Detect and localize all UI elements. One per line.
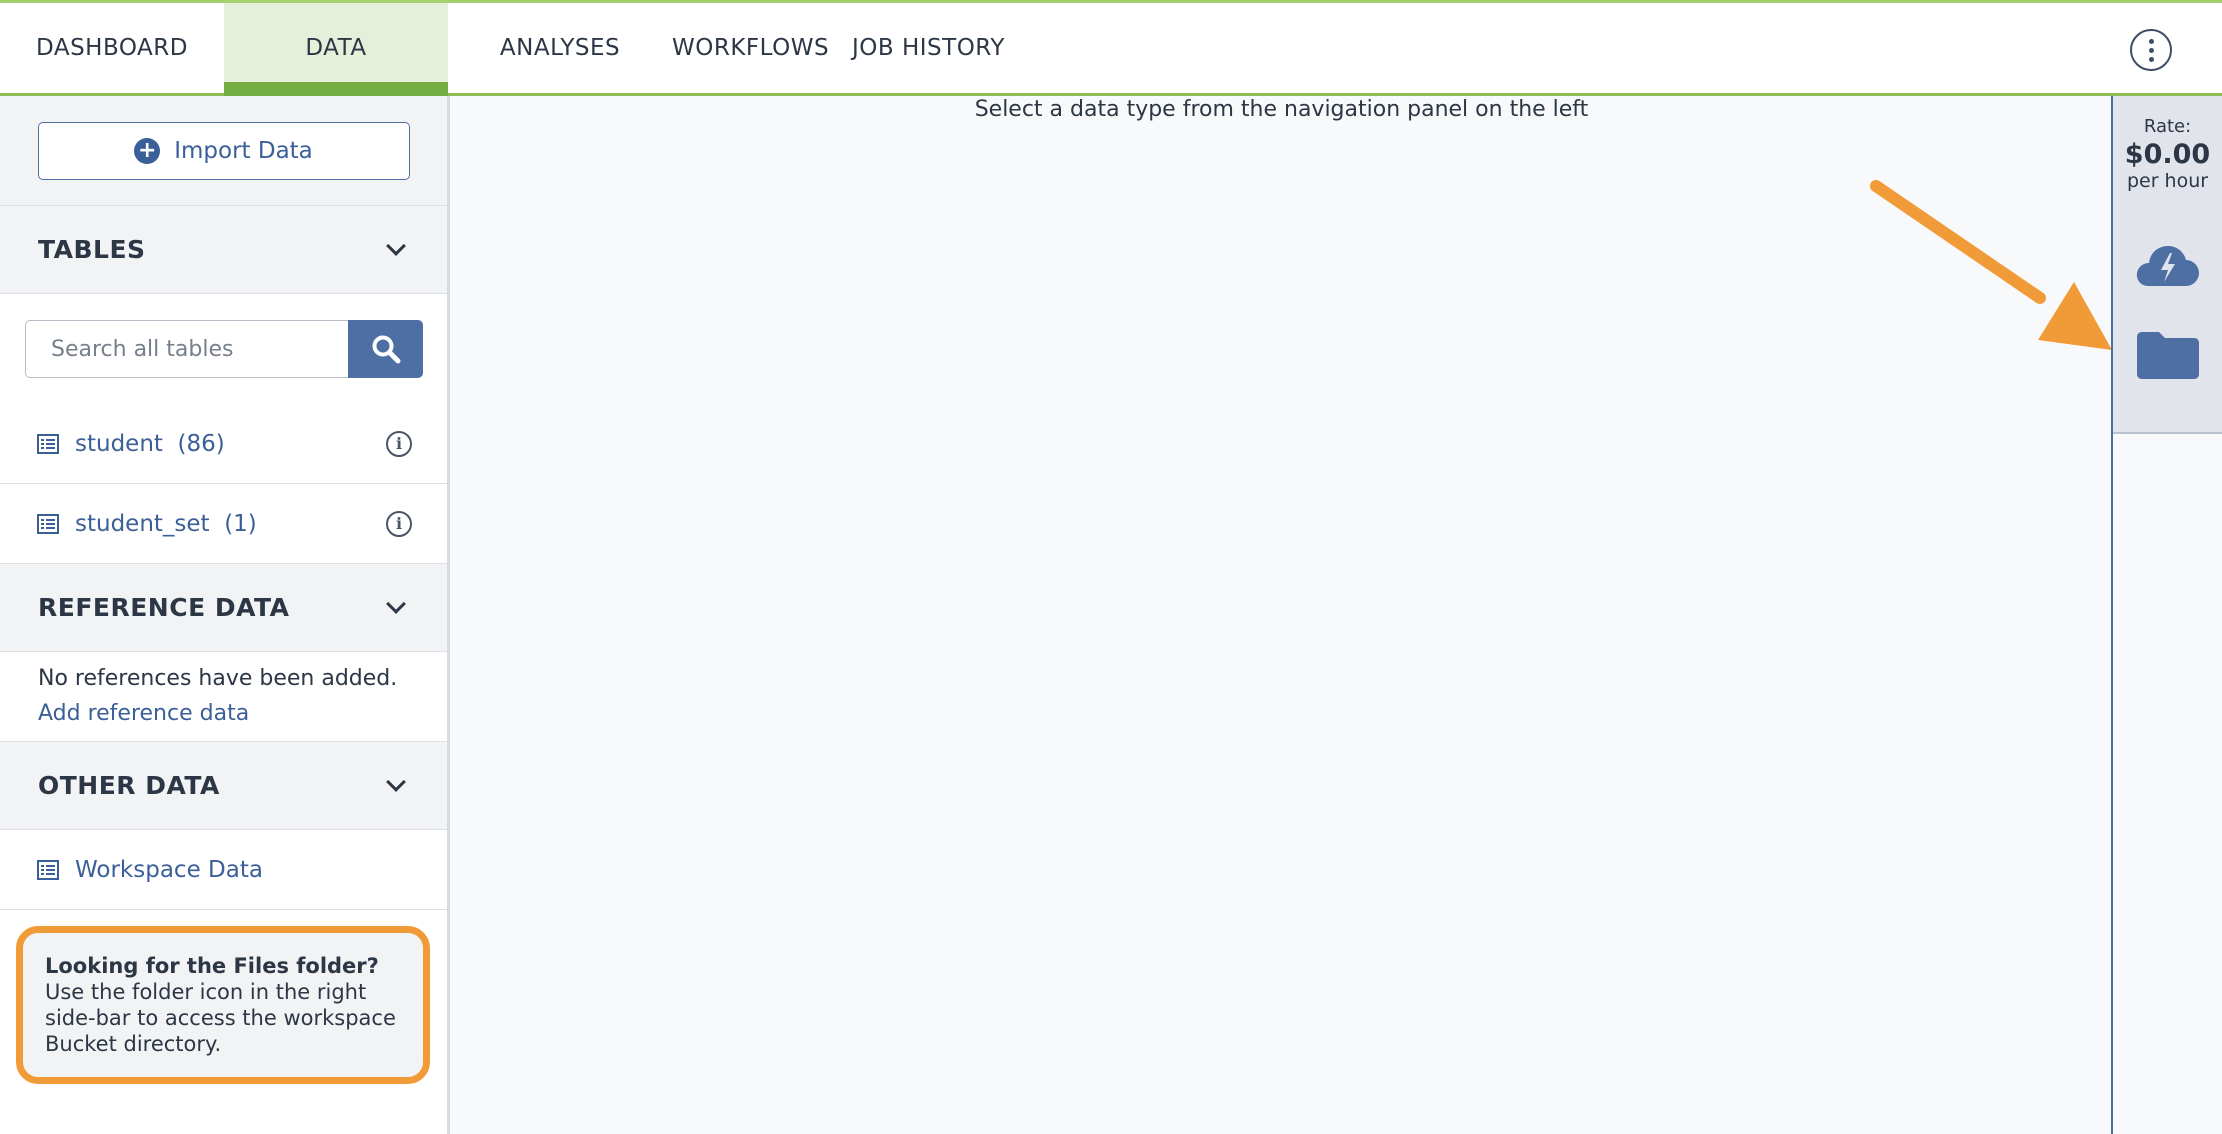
table-row[interactable]: student (86) i bbox=[0, 404, 447, 484]
rate-label: Rate: bbox=[2143, 116, 2192, 137]
chevron-down-icon bbox=[386, 235, 406, 256]
table-name: student (86) bbox=[75, 430, 225, 457]
reference-data-section-header[interactable]: REFERENCE DATA bbox=[0, 564, 447, 652]
right-sidebar: Rate: $0.00 per hour bbox=[2111, 96, 2222, 1134]
info-icon[interactable]: i bbox=[386, 430, 412, 457]
tables-section-title: TABLES bbox=[38, 235, 146, 264]
workspace-data-item[interactable]: Workspace Data bbox=[0, 830, 447, 910]
other-data-section-header[interactable]: OTHER DATA bbox=[0, 742, 447, 830]
tables-section-header[interactable]: TABLES bbox=[0, 206, 447, 294]
table-name: student_set (1) bbox=[75, 510, 257, 537]
table-list-icon bbox=[37, 433, 59, 454]
top-nav: DASHBOARD DATA ANALYSES WORKFLOWS JOB HI… bbox=[0, 0, 2222, 96]
tab-workflows[interactable]: WORKFLOWS bbox=[672, 3, 829, 93]
search-button[interactable] bbox=[348, 320, 423, 378]
table-list-icon bbox=[37, 859, 59, 880]
annotation-arrow-icon bbox=[1870, 180, 2112, 350]
search-input[interactable] bbox=[25, 320, 348, 378]
folder-icon[interactable] bbox=[2135, 330, 2201, 380]
files-folder-callout: Looking for the Files folder? Use the fo… bbox=[16, 926, 430, 1084]
import-data-label: Import Data bbox=[174, 137, 313, 164]
workspace-data-label: Workspace Data bbox=[75, 856, 263, 883]
table-row[interactable]: student_set (1) i bbox=[0, 484, 447, 564]
search-icon bbox=[372, 335, 400, 364]
tab-dashboard[interactable]: DASHBOARD bbox=[0, 3, 224, 93]
tab-job-history[interactable]: JOB HISTORY bbox=[852, 3, 1052, 93]
info-icon[interactable]: i bbox=[386, 510, 412, 537]
cloud-lightning-icon[interactable] bbox=[2135, 240, 2201, 288]
plus-circle-icon: + bbox=[134, 137, 161, 164]
import-area: + Import Data bbox=[0, 96, 447, 206]
rate-value: $0.00 bbox=[2124, 139, 2211, 170]
tab-analyses[interactable]: ANALYSES bbox=[448, 3, 672, 93]
right-sidebar-tools: Rate: $0.00 per hour bbox=[2113, 96, 2222, 434]
table-list-icon bbox=[37, 513, 59, 534]
add-reference-data-link[interactable]: Add reference data bbox=[38, 701, 249, 726]
chevron-down-icon bbox=[386, 771, 406, 792]
reference-data-body: No references have been added. Add refer… bbox=[0, 652, 447, 742]
other-data-section-title: OTHER DATA bbox=[38, 771, 220, 800]
tab-data[interactable]: DATA bbox=[224, 3, 448, 96]
callout-body: Use the folder icon in the right side-ba… bbox=[45, 980, 396, 1056]
import-data-button[interactable]: + Import Data bbox=[37, 121, 410, 180]
empty-state-message: Select a data type from the navigation p… bbox=[974, 97, 1589, 122]
reference-empty-text: No references have been added. bbox=[38, 666, 398, 691]
table-search bbox=[0, 294, 447, 404]
rate-unit: per hour bbox=[2126, 170, 2209, 192]
chevron-down-icon bbox=[386, 593, 406, 614]
reference-data-section-title: REFERENCE DATA bbox=[38, 593, 290, 622]
data-navigation-panel: + Import Data TABLES student (86) i bbox=[0, 96, 450, 1134]
more-options-icon[interactable] bbox=[2130, 29, 2172, 71]
callout-title: Looking for the Files folder? bbox=[45, 954, 379, 978]
